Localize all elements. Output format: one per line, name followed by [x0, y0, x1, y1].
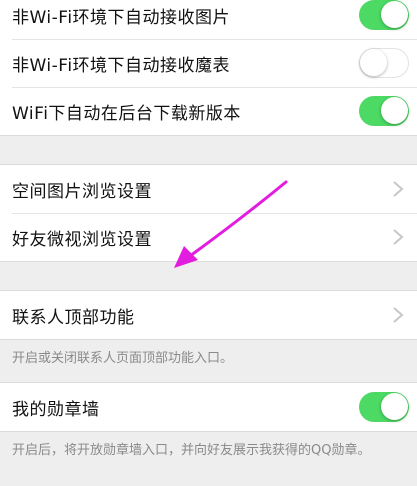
row-label: WiFi下自动在后台下载新版本: [12, 103, 241, 124]
row-label: 非Wi-Fi环境下自动接收魔表: [12, 55, 231, 76]
row-label: 非Wi-Fi环境下自动接收图片: [12, 7, 231, 28]
toggle-medal-wall[interactable]: [359, 392, 409, 422]
toggle-wifi-auto-download[interactable]: [359, 96, 409, 126]
toggle-auto-receive-magic-emoji[interactable]: [359, 48, 409, 78]
row-auto-receive-magic-emoji[interactable]: 非Wi-Fi环境下自动接收魔表: [0, 39, 417, 87]
toggle-auto-receive-images[interactable]: [359, 0, 409, 30]
contact-top-hint: 开启或关闭联系人页面顶部功能入口。: [12, 351, 234, 366]
row-label: 我的勋章墙: [12, 399, 100, 420]
medal-wall-group: 我的勋章墙: [0, 382, 417, 432]
chevron-right-icon: [393, 307, 404, 323]
network-settings-group: 非Wi-Fi环境下自动接收图片 非Wi-Fi环境下自动接收魔表 WiFi下自动在…: [0, 0, 417, 136]
annotation-arrow: [174, 180, 288, 268]
row-auto-receive-images[interactable]: 非Wi-Fi环境下自动接收图片: [0, 0, 417, 39]
medal-wall-hint: 开启后，将开放勋章墙入口，并向好友展示我获得的QQ勋章。: [12, 443, 371, 458]
row-label: 联系人顶部功能: [12, 307, 135, 328]
chevron-right-icon: [393, 229, 404, 245]
row-wifi-auto-download[interactable]: WiFi下自动在后台下载新版本: [0, 87, 417, 135]
toggle-knob: [381, 393, 408, 420]
toggle-knob: [381, 1, 408, 28]
contact-top-group: 联系人顶部功能: [0, 290, 417, 340]
row-contact-top-features[interactable]: 联系人顶部功能: [0, 291, 417, 339]
chevron-right-icon: [393, 181, 404, 197]
row-label: 空间图片浏览设置: [12, 181, 152, 202]
row-medal-wall[interactable]: 我的勋章墙: [0, 383, 417, 431]
row-label: 好友微视浏览设置: [12, 229, 152, 250]
toggle-knob: [360, 49, 387, 76]
toggle-knob: [381, 97, 408, 124]
